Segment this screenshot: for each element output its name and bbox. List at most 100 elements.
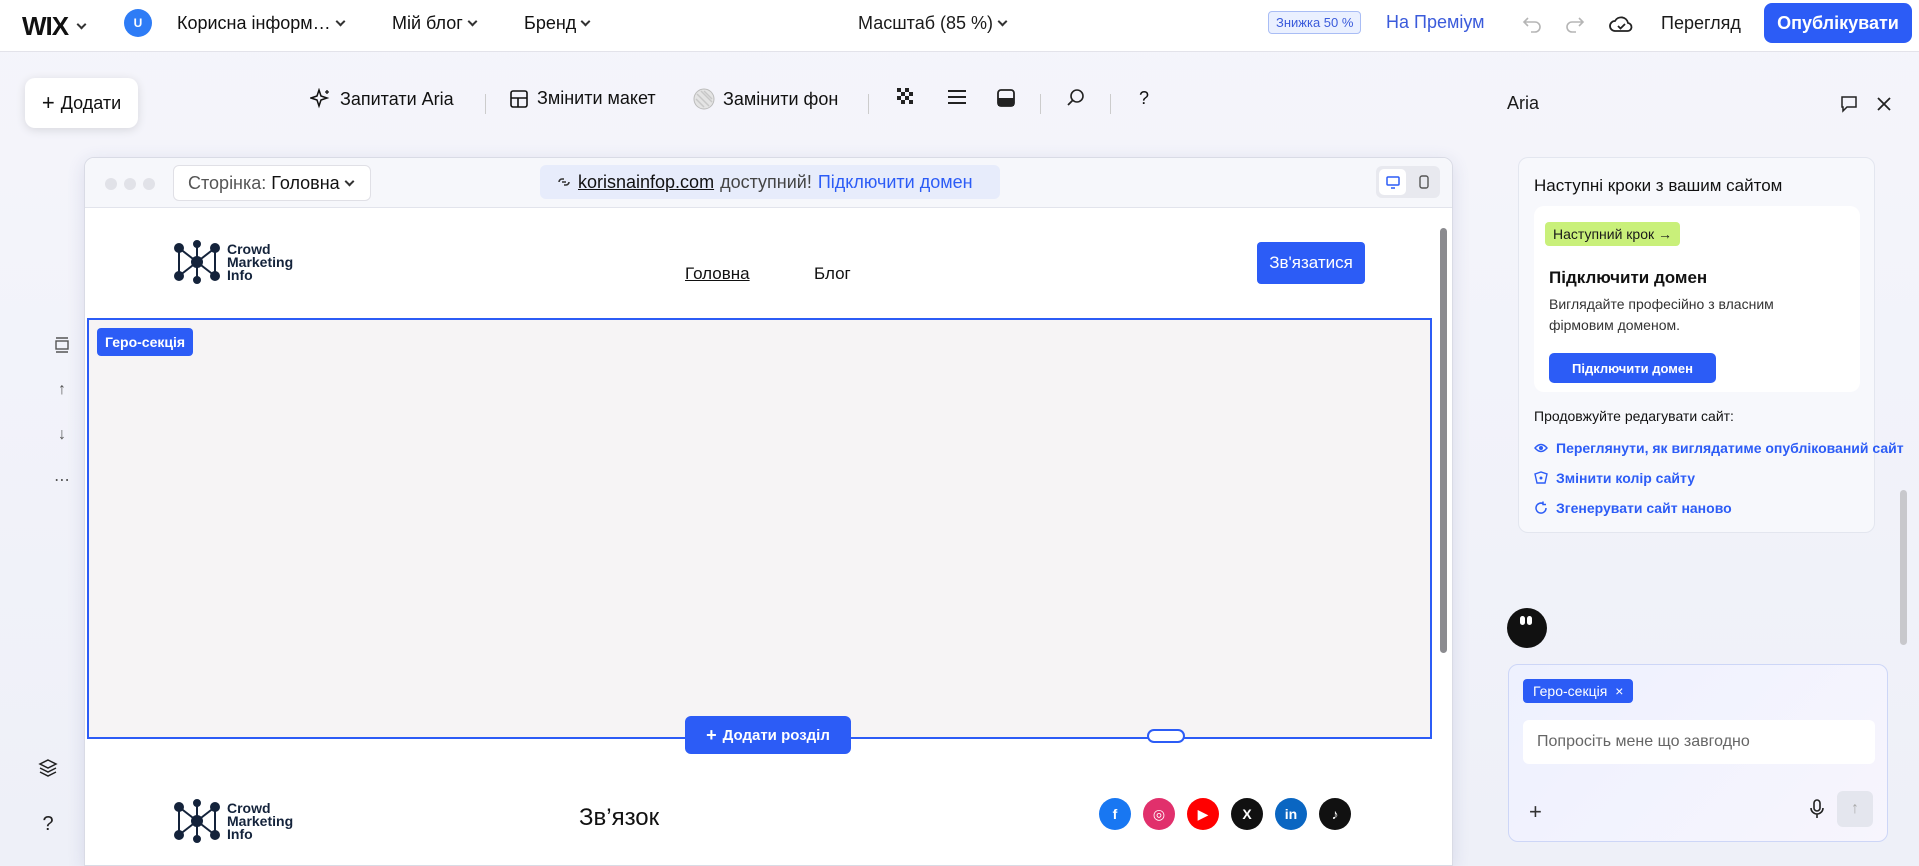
nav-item-home[interactable]: Головна [685, 264, 750, 284]
desktop-view-icon[interactable] [1379, 169, 1406, 195]
attach-plus-icon[interactable]: + [1529, 799, 1542, 825]
tiktok-icon[interactable]: ♪ [1319, 798, 1351, 830]
aria-chat-box: Геро-секція × + ↑ [1508, 664, 1888, 842]
preview-button[interactable]: Перегляд [1661, 13, 1741, 34]
footer-title: Зв’язок [579, 804, 660, 831]
connect-domain-button[interactable]: Підключити домен [1549, 353, 1716, 383]
microphone-icon[interactable] [1809, 799, 1829, 821]
chevron-down-icon [335, 16, 346, 27]
aria-prompt-input[interactable] [1523, 720, 1875, 764]
link-label: Змінити колір сайту [1556, 470, 1696, 486]
aria-panel-title: Aria [1507, 93, 1540, 113]
list-icon[interactable] [947, 88, 967, 106]
next-step-badge: Наступний крок → [1545, 222, 1681, 246]
instagram-icon[interactable]: ◎ [1143, 798, 1175, 830]
search-inspect-icon[interactable] [1066, 88, 1086, 108]
sparkle-icon [310, 88, 330, 109]
network-logo-icon [174, 240, 220, 284]
divider [485, 94, 486, 114]
chevron-down-icon [344, 176, 355, 186]
domain-name: korisnainfop.com [578, 171, 715, 192]
chip-label: Геро-секція [1533, 683, 1608, 699]
linkedin-icon[interactable]: in [1275, 798, 1307, 830]
logo-line: Info [227, 266, 253, 283]
wix-logo-menu[interactable]: WIX [22, 11, 87, 42]
mobile-view-icon[interactable] [1410, 169, 1437, 195]
chevron-down-icon [76, 19, 87, 30]
close-icon[interactable] [1872, 92, 1896, 116]
nav-item-blog[interactable]: Блог [814, 264, 851, 284]
regenerate-site-link[interactable]: Згенерувати сайт наново [1534, 500, 1732, 516]
chevron-down-icon [580, 16, 591, 27]
site-logo[interactable]: Crowd Marketing Info [173, 240, 293, 284]
more-options-icon[interactable]: ⋯ [50, 468, 74, 492]
move-down-icon[interactable]: ↓ [50, 423, 74, 447]
premium-link[interactable]: На Преміум [1386, 12, 1485, 33]
section-resize-handle[interactable] [1147, 729, 1185, 743]
connect-domain-link[interactable]: Підключити домен [818, 172, 973, 193]
aria-bot-avatar [1507, 608, 1547, 648]
scrollbar-thumb[interactable] [1440, 228, 1447, 653]
discount-badge[interactable]: Знижка 50 % [1268, 11, 1362, 34]
section-icon[interactable] [996, 88, 1016, 108]
blog-menu-label: Мій блог [392, 13, 463, 33]
wix-logo: WIX [22, 11, 69, 41]
brand-menu-label: Бренд [524, 13, 577, 33]
hero-section[interactable]: Геро-секція [87, 318, 1432, 739]
change-background-button[interactable]: Замінити фон [693, 88, 838, 110]
site-menu[interactable]: Корисна інформ… [177, 13, 346, 34]
palette-icon [1534, 471, 1548, 484]
footer-logo[interactable]: Crowd Marketing Info [173, 799, 293, 843]
link-icon [558, 178, 570, 186]
url-bar: korisnainfop.com доступний! Підключити д… [540, 165, 1000, 199]
brand-menu[interactable]: Бренд [524, 13, 591, 34]
window-dots [105, 178, 155, 190]
chevron-down-icon [467, 16, 478, 27]
add-section-label: Додати розділ [722, 726, 830, 744]
send-icon[interactable]: ↑ [1837, 791, 1873, 827]
context-chip[interactable]: Геро-секція × [1523, 679, 1634, 703]
next-steps-panel: Наступні кроки з вашим сайтом Наступний … [1518, 157, 1904, 533]
facebook-icon[interactable]: f [1099, 798, 1131, 830]
change-color-link[interactable]: Змінити колір сайту [1534, 470, 1695, 486]
zoom-menu[interactable]: Масштаб (85 %) [858, 13, 1008, 34]
canvas-scrollbar[interactable] [1436, 214, 1450, 865]
preview-published-link[interactable]: Переглянути, як виглядатиме опубліковани… [1534, 440, 1904, 456]
help-icon[interactable]: ? [36, 812, 60, 836]
chat-icon[interactable] [1837, 92, 1861, 116]
close-chip-icon[interactable]: × [1615, 683, 1623, 699]
editor-canvas: Сторінка: Головна korisnainfop.com досту… [84, 157, 1453, 866]
eye-icon [1534, 443, 1548, 453]
avatar[interactable]: U [124, 9, 152, 37]
hero-section-tag[interactable]: Геро-секція [97, 328, 194, 356]
page-selector[interactable]: Сторінка: Головна [173, 165, 371, 201]
change-background-label: Замінити фон [723, 88, 839, 109]
change-layout-button[interactable]: Змінити макет [509, 88, 656, 109]
youtube-icon[interactable]: ▶ [1187, 798, 1219, 830]
blog-menu[interactable]: Мій блог [392, 13, 478, 34]
arrow-right-icon: → [1658, 226, 1673, 242]
move-up-icon[interactable]: ↑ [50, 378, 74, 402]
ask-aria-button[interactable]: Запитати Aria [310, 88, 454, 110]
next-step-badge-label: Наступний крок [1553, 226, 1655, 242]
publish-button[interactable]: Опублікувати [1764, 3, 1912, 43]
redo-icon[interactable] [1563, 12, 1587, 36]
contact-button[interactable]: Зв'язатися [1257, 242, 1365, 284]
next-step-card: Наступний крок → Підключити домен Вигляд… [1534, 206, 1860, 392]
undo-icon[interactable] [1520, 12, 1544, 36]
chevron-down-icon [997, 16, 1008, 27]
section-layout-icon[interactable] [50, 333, 74, 357]
cloud-save-icon[interactable] [1609, 12, 1633, 36]
add-section-button[interactable]: + Додати розділ [685, 716, 851, 754]
x-icon[interactable]: X [1231, 798, 1263, 830]
next-steps-title: Наступні кроки з вашим сайтом [1534, 176, 1783, 195]
page-label: Сторінка: [188, 172, 267, 193]
panel-scrollbar[interactable] [1900, 490, 1907, 645]
pattern-icon[interactable] [897, 88, 915, 106]
layers-icon[interactable] [36, 756, 60, 780]
browser-chrome: Сторінка: Головна korisnainfop.com досту… [85, 158, 1452, 208]
logo-line: Info [227, 825, 253, 842]
background-icon [693, 88, 715, 110]
help-button[interactable]: ? [1139, 88, 1149, 109]
add-elements-button[interactable]: + Додати [25, 78, 138, 128]
